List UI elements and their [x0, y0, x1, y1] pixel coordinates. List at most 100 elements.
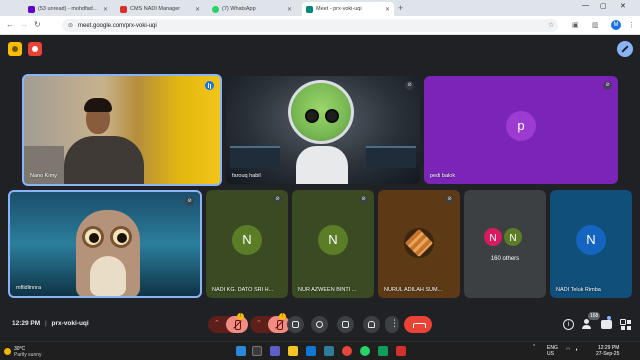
owl-eye	[82, 226, 104, 248]
file-explorer-icon[interactable]	[288, 346, 298, 356]
more-vert-icon: ⋮	[390, 318, 399, 328]
wifi-icon[interactable]: ◠	[566, 347, 570, 353]
participant-avatar: p	[506, 111, 536, 141]
host-controls-icon[interactable]	[8, 42, 22, 56]
reload-icon[interactable]: ↻	[34, 20, 41, 29]
whatsapp-taskbar-icon[interactable]	[360, 346, 370, 356]
participant-name: NUR AZWEEN BINTI ...	[298, 287, 357, 293]
weather-desc: Partly sunny	[14, 352, 42, 358]
cms-icon	[120, 5, 127, 13]
more-options-button[interactable]: ⋮	[385, 316, 399, 333]
captions-button[interactable]	[337, 316, 354, 333]
tab-label: CMS NADI Manager	[130, 6, 181, 12]
recording-icon[interactable]	[28, 42, 42, 56]
close-window-icon[interactable]: ✕	[620, 2, 626, 10]
divider: |	[45, 320, 47, 327]
background-cabinet	[24, 146, 64, 184]
show-hidden-icons[interactable]: ⌃	[532, 344, 536, 350]
mic-warning-badge: !	[237, 313, 244, 320]
meeting-code: prx-voki-uqi	[51, 320, 89, 327]
tab-meet[interactable]: Meet - prx-voki-uqi ✕	[302, 2, 394, 16]
participant-tile[interactable]: ⊘ NURUL ADILAH SUM...	[378, 190, 460, 298]
url-bar[interactable]: ⊜ meet.google.com/prx-voki-uqi	[62, 19, 558, 32]
store-icon[interactable]	[324, 346, 334, 356]
participant-video	[64, 136, 144, 184]
mic-options-chevron-icon[interactable]: ⌃	[214, 319, 220, 327]
wps-office-icon[interactable]	[396, 346, 406, 356]
activities-icon[interactable]	[620, 319, 631, 330]
raise-hand-button[interactable]	[363, 316, 380, 333]
tab-cms-nadi[interactable]: CMS NADI Manager ✕	[116, 2, 204, 16]
people-icon[interactable]	[582, 319, 593, 330]
mic-off-icon: ⊘	[405, 81, 414, 90]
profile-avatar[interactable]: M	[611, 20, 621, 30]
taskbar-clock[interactable]: 12:29 PM 27-Sep-25	[596, 345, 619, 357]
mic-control: ⌃ !	[208, 313, 248, 333]
whatsapp-icon	[212, 5, 219, 13]
bookmark-star-icon[interactable]: ☆	[548, 21, 554, 29]
hand-icon	[368, 321, 375, 328]
close-tab-icon[interactable]: ✕	[287, 6, 292, 13]
others-tile[interactable]: N N 160 others	[464, 190, 546, 298]
participant-tile[interactable]: N ⊘ NADI KG. DATO SRI H...	[206, 190, 288, 298]
participant-tile[interactable]: p ⊘ pedi balok	[424, 76, 618, 184]
extensions-icon[interactable]: ▣	[572, 21, 579, 29]
tab-whatsapp[interactable]: (7) WhatsApp ✕	[208, 2, 296, 16]
owl-eye	[110, 226, 132, 248]
captions-icon	[342, 321, 349, 328]
tab-yahoo-mail[interactable]: (53 unread) - mohdfaddly@yp ✕	[24, 2, 112, 16]
alien-suit	[296, 146, 348, 184]
search-icon[interactable]	[252, 346, 262, 356]
participant-avatar: N	[482, 226, 504, 248]
chat-icon[interactable]	[601, 320, 612, 329]
effects-pencil-icon[interactable]	[617, 41, 633, 57]
task-view-icon[interactable]	[270, 346, 280, 356]
owl-belly	[90, 256, 126, 296]
sun-icon	[4, 348, 11, 355]
participant-tile[interactable]: ⊘ farouq habil	[226, 76, 420, 184]
present-screen-icon	[292, 321, 299, 328]
mic-off-icon: ⊘	[445, 195, 454, 204]
chrome-profile-icon[interactable]	[378, 346, 388, 356]
sidebar-icon[interactable]: ▥	[592, 21, 599, 29]
edge-icon[interactable]	[306, 346, 316, 356]
taskbar-date: 27-Sep-25	[596, 351, 620, 357]
emoji-icon	[316, 321, 323, 328]
participant-hair	[84, 98, 112, 112]
windows-taskbar: 30°C Partly sunny ⌃ ENG US ◠ ◖ 12:29 PM …	[0, 341, 640, 360]
new-tab-button[interactable]: +	[398, 3, 403, 13]
alien-eye	[325, 109, 339, 123]
back-icon[interactable]: ←	[6, 20, 14, 29]
forward-icon[interactable]: →	[20, 20, 28, 29]
language-indicator[interactable]: ENG US	[547, 345, 558, 357]
participant-name: farouq habil	[232, 173, 261, 179]
yahoo-mail-icon	[28, 5, 35, 13]
close-tab-icon[interactable]: ✕	[385, 6, 390, 13]
participant-tile[interactable]: N ⊘ NUR AZWEEN BINTI ...	[292, 190, 374, 298]
volume-icon[interactable]: ◖	[575, 347, 578, 353]
close-tab-icon[interactable]: ✕	[195, 6, 200, 13]
reactions-button[interactable]	[311, 316, 328, 333]
mic-off-icon: ⊘	[359, 195, 368, 204]
more-menu-icon[interactable]: ⋮	[628, 21, 635, 29]
minimize-icon[interactable]: —	[582, 2, 589, 9]
participant-avatar: N	[502, 226, 524, 248]
chat-notification-dot	[607, 316, 611, 320]
meeting-details-icon[interactable]: i	[563, 319, 574, 330]
participant-name: Nano Kimy	[30, 173, 57, 179]
participant-avatar: N	[576, 225, 606, 255]
participant-tile[interactable]: ⊘ mfildlinnra	[8, 190, 202, 298]
participant-name: pedi balok	[430, 173, 456, 179]
maximize-icon[interactable]: ▢	[600, 2, 607, 10]
start-icon[interactable]	[236, 346, 246, 356]
participant-tile[interactable]: N NADI Teluk Rimba	[550, 190, 632, 298]
camera-options-chevron-icon[interactable]: ⌃	[256, 319, 262, 327]
participant-tile[interactable]: Nano Kimy	[22, 74, 222, 186]
leave-call-button[interactable]	[404, 316, 432, 333]
close-tab-icon[interactable]: ✕	[103, 6, 108, 13]
tab-label: (7) WhatsApp	[222, 6, 256, 12]
site-info-icon[interactable]: ⊜	[68, 22, 73, 29]
region-code: US	[547, 351, 554, 357]
present-button[interactable]	[287, 316, 304, 333]
chrome-icon[interactable]	[342, 346, 352, 356]
